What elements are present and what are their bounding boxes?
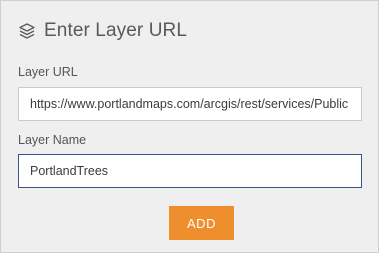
- layer-name-label: Layer Name: [18, 133, 87, 147]
- panel-header: Enter Layer URL: [18, 18, 187, 44]
- add-button[interactable]: ADD: [169, 206, 234, 240]
- layers-icon: [19, 23, 35, 39]
- layer-url-label: Layer URL: [18, 65, 78, 79]
- layer-name-input[interactable]: [18, 154, 362, 188]
- enter-layer-url-panel: Enter Layer URL Layer URL Layer Name ADD: [0, 0, 379, 253]
- panel-title: Enter Layer URL: [44, 20, 188, 41]
- layer-url-input[interactable]: [18, 87, 362, 121]
